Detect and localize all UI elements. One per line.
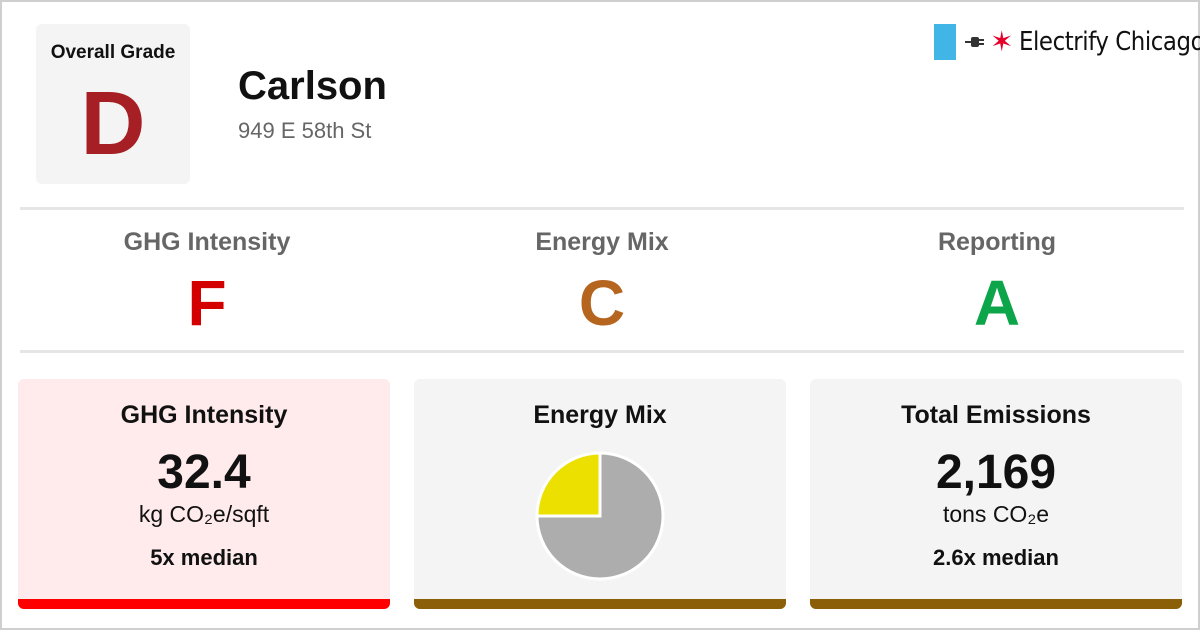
sub-grade-letter: A bbox=[973, 267, 1021, 339]
card-title: Total Emissions bbox=[901, 401, 1091, 429]
card-accent-bar bbox=[810, 599, 1182, 609]
sub-grade-reporting: Reporting A bbox=[812, 228, 1182, 339]
sub-grade-ghg: GHG Intensity F bbox=[22, 228, 392, 339]
overall-grade-label: Overall Grade bbox=[50, 42, 176, 63]
energy-mix-pie-chart bbox=[535, 451, 665, 581]
total-emissions-median: 2.6x median bbox=[933, 545, 1059, 570]
card-accent-bar bbox=[18, 599, 390, 609]
sub-grade-label: Reporting bbox=[937, 228, 1057, 256]
brand-logo: ✶ Electrify Chicago bbox=[934, 24, 1200, 60]
divider-top bbox=[20, 207, 1184, 210]
building-name: Carlson bbox=[238, 64, 387, 108]
plug-icon bbox=[965, 37, 984, 47]
red-star-icon: ✶ bbox=[990, 26, 1014, 57]
sub-grade-energy-mix: Energy Mix C bbox=[417, 228, 787, 339]
ghg-intensity-card: GHG Intensity 32.4 kg CO₂e/sqft 5x media… bbox=[18, 379, 390, 609]
divider-bottom bbox=[20, 350, 1184, 353]
ghg-intensity-unit: kg CO₂e/sqft bbox=[138, 501, 270, 527]
brand-name: Electrify Chicago bbox=[1019, 27, 1200, 57]
overall-grade-letter: D bbox=[80, 74, 146, 174]
overall-grade-box: Overall Grade D bbox=[36, 24, 190, 184]
sub-grade-label: Energy Mix bbox=[535, 228, 669, 256]
ghg-intensity-value: 32.4 bbox=[157, 446, 251, 499]
sub-grade-letter: F bbox=[187, 267, 227, 339]
ghg-intensity-median: 5x median bbox=[150, 545, 258, 570]
total-emissions-unit: tons CO₂e bbox=[942, 501, 1050, 527]
card-title: GHG Intensity bbox=[120, 401, 288, 429]
building-address: 949 E 58th St bbox=[238, 118, 372, 143]
energy-mix-card: Energy Mix bbox=[414, 379, 786, 609]
sub-grade-letter: C bbox=[578, 267, 626, 339]
chicago-flag-icon bbox=[934, 24, 956, 60]
total-emissions-card: Total Emissions 2,169 tons CO₂e 2.6x med… bbox=[810, 379, 1182, 609]
sub-grade-label: GHG Intensity bbox=[123, 228, 291, 256]
total-emissions-value: 2,169 bbox=[935, 446, 1057, 499]
card-accent-bar bbox=[414, 599, 786, 609]
pie-slice-1 bbox=[535, 451, 602, 518]
social-card: Overall Grade D Carlson 949 E 58th St ✶ … bbox=[0, 0, 1200, 630]
card-title: Energy Mix bbox=[533, 401, 667, 429]
